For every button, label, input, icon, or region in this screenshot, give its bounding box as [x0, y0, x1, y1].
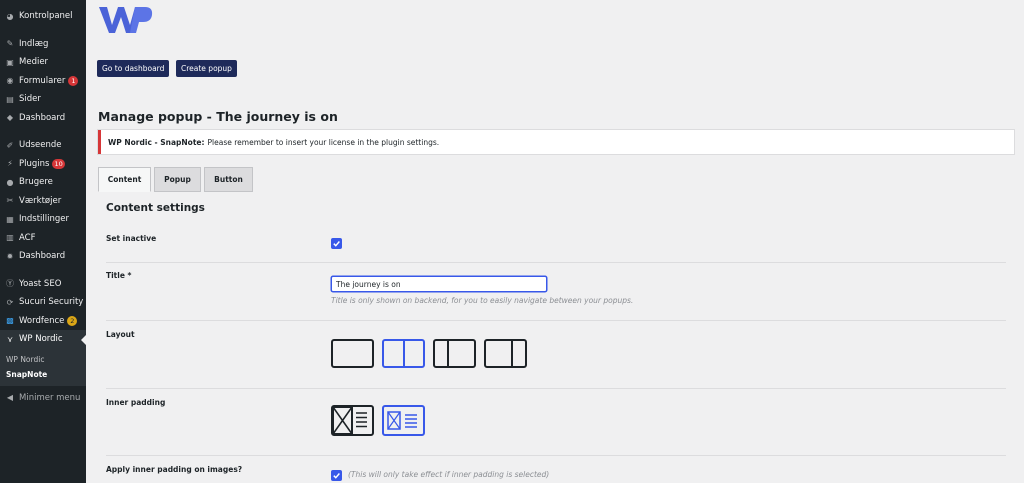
- sucuri-icon: ⟳: [6, 297, 14, 307]
- sidebar-item-indstillinger[interactable]: ▦ Indstillinger: [0, 210, 86, 229]
- set-inactive-label: Set inactive: [106, 234, 157, 243]
- page-title: Manage popup - The journey is on: [98, 109, 338, 124]
- notification-badge: 2: [67, 315, 78, 326]
- notice-strong: WP Nordic - SnapNote:: [108, 137, 205, 147]
- gear-icon: ✹: [6, 251, 14, 261]
- wrench-icon: ✂: [6, 196, 14, 206]
- layout-option-split-left[interactable]: [433, 339, 476, 368]
- sidebar-item-kontrolpanel[interactable]: ◕ Kontrolpanel: [0, 7, 86, 26]
- notification-badge: 1: [68, 75, 79, 86]
- sidebar-item-formularer[interactable]: ◉ Formularer 1: [0, 72, 86, 91]
- checkmark-icon: [333, 473, 340, 479]
- pin-icon: ✎: [6, 39, 14, 49]
- sidebar-item-yoast[interactable]: Ⓨ Yoast SEO: [0, 275, 86, 294]
- sidebar-submenu: WP Nordic SnapNote: [0, 348, 86, 386]
- layout-split-line: [402, 341, 405, 366]
- submenu-item-wp-nordic[interactable]: WP Nordic: [0, 352, 86, 367]
- sidebar-item-plugins[interactable]: ⚡ Plugins 10: [0, 155, 86, 174]
- settings-tabs: Content Popup Button: [98, 167, 256, 192]
- wordfence-icon: ▩: [6, 316, 14, 326]
- title-help-text: Title is only shown on backend, for you …: [331, 296, 634, 305]
- forms-icon: ◉: [6, 76, 14, 86]
- license-notice: WP Nordic - SnapNote: Please remember to…: [98, 130, 1014, 154]
- brush-icon: ✐: [6, 140, 14, 150]
- sidebar-item-brugere[interactable]: ● Brugere: [0, 173, 86, 192]
- yoast-icon: Ⓨ: [6, 279, 14, 289]
- dashboard-icon: ◕: [6, 11, 14, 21]
- divider: [106, 262, 1006, 263]
- pages-icon: ▤: [6, 94, 14, 104]
- collapse-icon: ◀: [6, 393, 14, 403]
- sidebar-item-dashboard[interactable]: ◆ Dashboard: [0, 109, 86, 128]
- go-to-dashboard-button[interactable]: Go to dashboard: [97, 60, 170, 77]
- divider: [106, 455, 1006, 456]
- sidebar-item-wordfence[interactable]: ▩ Wordfence 2: [0, 312, 86, 331]
- dashboard-icon: ◆: [6, 113, 14, 123]
- divider: [106, 320, 1006, 321]
- sidebar-item-acf[interactable]: ▥ ACF: [0, 229, 86, 248]
- user-icon: ●: [6, 177, 14, 187]
- checkmark-icon: [333, 241, 340, 247]
- sidebar-item-udseende[interactable]: ✐ Udseende: [0, 136, 86, 155]
- layout-split-line: [447, 341, 449, 366]
- layout-option-split-right[interactable]: [484, 339, 527, 368]
- layout-label: Layout: [106, 330, 135, 339]
- sidebar-item-vaerktoejer[interactable]: ✂ Værktøjer: [0, 192, 86, 211]
- inner-padding-option-padded[interactable]: [382, 405, 425, 436]
- apply-padding-checkbox[interactable]: [331, 470, 342, 481]
- sidebar-item-wp-nordic[interactable]: ⋎ WP Nordic: [0, 330, 86, 349]
- create-popup-button[interactable]: Create popup: [176, 60, 237, 77]
- plugin-icon: ⚡: [7, 159, 13, 169]
- set-inactive-checkbox[interactable]: [331, 238, 342, 249]
- notification-badge: 10: [52, 158, 65, 169]
- divider: [106, 388, 1006, 389]
- tab-content[interactable]: Content: [98, 167, 151, 192]
- apply-padding-help-text: (This will only take effect if inner pad…: [348, 470, 550, 479]
- tab-button[interactable]: Button: [204, 167, 253, 192]
- title-input[interactable]: [331, 276, 547, 292]
- sidebar-item-medier[interactable]: ▣ Medier: [0, 53, 86, 72]
- inner-padding-option-none[interactable]: [331, 405, 374, 436]
- wp-nordic-logo-icon: [99, 7, 153, 33]
- layout-split-line: [511, 341, 513, 366]
- section-title: Content settings: [106, 202, 205, 214]
- media-icon: ▣: [6, 57, 14, 67]
- sidebar-item-indlaeg[interactable]: ✎ Indlæg: [0, 35, 86, 54]
- sidebar-item-dashboard-2[interactable]: ✹ Dashboard: [0, 247, 86, 266]
- admin-sidebar: ◕ Kontrolpanel ✎ Indlæg ▣ Medier ◉ Formulare…: [0, 0, 86, 483]
- grid-icon: ▥: [6, 233, 14, 243]
- collapse-menu-button[interactable]: ◀ Minimer menu: [0, 389, 86, 408]
- wp-nordic-icon: ⋎: [7, 334, 13, 344]
- apply-padding-label: Apply inner padding on images?: [106, 465, 243, 474]
- notice-text: Please remember to insert your license i…: [207, 137, 440, 147]
- title-label: Title *: [106, 271, 132, 280]
- layout-option-split-half[interactable]: [382, 339, 425, 368]
- sidebar-item-sucuri[interactable]: ⟳ Sucuri Security: [0, 293, 86, 312]
- main-content: Go to dashboard Create popup Manage popu…: [86, 0, 1024, 483]
- settings-icon: ▦: [6, 214, 14, 224]
- layout-option-single[interactable]: [331, 339, 374, 368]
- image-text-padded-icon: [387, 411, 417, 430]
- image-text-no-padding-icon: [332, 406, 367, 435]
- tab-popup[interactable]: Popup: [154, 167, 201, 192]
- sidebar-item-sider[interactable]: ▤ Sider: [0, 90, 86, 109]
- submenu-item-snapnote[interactable]: SnapNote: [0, 367, 86, 382]
- inner-padding-label: Inner padding: [106, 398, 166, 407]
